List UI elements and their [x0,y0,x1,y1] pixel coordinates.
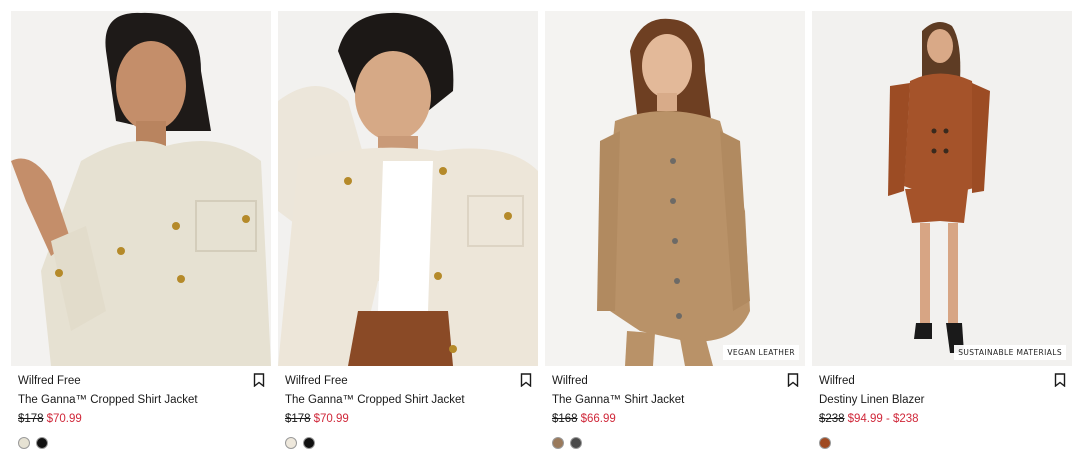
color-swatches [11,426,271,449]
color-swatch[interactable] [285,437,297,449]
product-brand: Wilfred [552,375,588,387]
product-info: Wilfred The Ganna™ Shirt Jacket $168 $66.… [545,366,805,426]
color-swatch[interactable] [303,437,315,449]
product-photo-illustration [11,11,271,366]
bookmark-icon[interactable] [1054,373,1066,387]
sale-price: $70.99 [313,413,349,425]
bookmark-icon[interactable] [520,373,532,387]
product-name[interactable]: The Ganna™ Cropped Shirt Jacket [18,393,264,407]
product-name[interactable]: Destiny Linen Blazer [819,393,1065,407]
product-grid: Wilfred Free The Ganna™ Cropped Shirt Ja… [11,11,1072,449]
product-image[interactable]: VEGAN LEATHER [545,11,805,366]
product-info: Wilfred Free The Ganna™ Cropped Shirt Ja… [11,366,271,426]
product-price: $168 $66.99 [552,412,798,426]
product-name[interactable]: The Ganna™ Cropped Shirt Jacket [285,393,531,407]
product-price: $178 $70.99 [18,412,264,426]
color-swatches [545,426,805,449]
product-price: $178 $70.99 [285,412,531,426]
sale-price: $66.99 [580,413,616,425]
original-price: $178 [18,413,44,425]
product-tag: VEGAN LEATHER [723,345,799,360]
product-card[interactable]: Wilfred Free The Ganna™ Cropped Shirt Ja… [11,11,271,449]
product-card[interactable]: Wilfred Free The Ganna™ Cropped Shirt Ja… [278,11,538,449]
bookmark-icon[interactable] [253,373,265,387]
original-price: $238 [819,413,845,425]
product-card[interactable]: VEGAN LEATHER Wilfred The Ganna™ Shirt J… [545,11,805,449]
color-swatch[interactable] [570,437,582,449]
product-photo-illustration [812,11,1072,366]
bookmark-icon[interactable] [787,373,799,387]
product-name[interactable]: The Ganna™ Shirt Jacket [552,393,798,407]
color-swatch[interactable] [819,437,831,449]
product-photo-illustration [545,11,805,366]
product-tag: SUSTAINABLE MATERIALS [954,345,1066,360]
product-image[interactable]: SUSTAINABLE MATERIALS [812,11,1072,366]
product-brand: Wilfred [819,375,855,387]
color-swatch[interactable] [36,437,48,449]
product-brand: Wilfred Free [18,375,81,387]
product-info: Wilfred Destiny Linen Blazer $238 $94.99 … [812,366,1072,426]
product-price: $238 $94.99 - $238 [819,412,1065,426]
sale-price: $94.99 - $238 [847,413,919,425]
product-info: Wilfred Free The Ganna™ Cropped Shirt Ja… [278,366,538,426]
product-image[interactable] [278,11,538,366]
product-brand: Wilfred Free [285,375,348,387]
sale-price: $70.99 [46,413,82,425]
product-card[interactable]: SUSTAINABLE MATERIALS Wilfred Destiny Li… [812,11,1072,449]
product-image[interactable] [11,11,271,366]
original-price: $178 [285,413,311,425]
color-swatch[interactable] [552,437,564,449]
color-swatches [278,426,538,449]
color-swatch[interactable] [18,437,30,449]
color-swatches [812,426,1072,449]
original-price: $168 [552,413,578,425]
product-photo-illustration [278,11,538,366]
